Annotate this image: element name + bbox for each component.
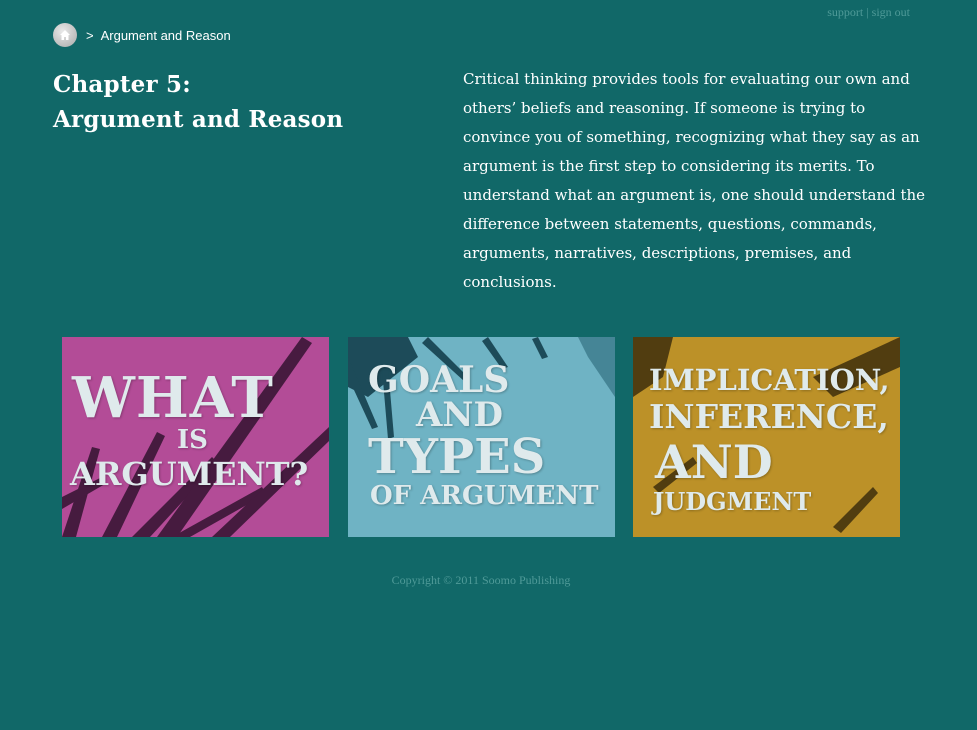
breadcrumb-current: Argument and Reason	[100, 27, 231, 43]
tile-title: IMPLICATION, INFERENCE, AND JUDGMENT	[633, 337, 900, 537]
tile-line: WHAT	[72, 365, 274, 431]
breadcrumb-separator: >	[86, 27, 94, 43]
chapter-intro: Critical thinking provides tools for eva…	[463, 70, 926, 291]
tile-line: TYPES	[368, 429, 546, 485]
tile-implication-inference[interactable]: IMPLICATION, INFERENCE, AND JUDGMENT	[633, 337, 900, 537]
chapter-name: Argument and Reason	[53, 106, 344, 133]
top-links: support | sign out	[827, 5, 910, 20]
support-link[interactable]: support	[827, 5, 863, 19]
copyright-text: Copyright © 2011 Soomo Publishing	[391, 573, 571, 587]
page-title: Chapter 5: Argument and Reason	[53, 67, 343, 137]
tile-line: OF ARGUMENT	[370, 481, 599, 511]
tile-line: INFERENCE,	[649, 397, 889, 436]
tile-title: WHAT IS ARGUMENT?	[62, 337, 329, 537]
sign-out-link[interactable]: sign out	[872, 5, 910, 19]
tile-line: AND	[655, 435, 773, 489]
tile-line: ARGUMENT?	[70, 455, 309, 493]
tile-line: IS	[177, 425, 208, 455]
tile-title: GOALS AND TYPES OF ARGUMENT	[348, 337, 615, 537]
chapter-number: Chapter 5:	[53, 71, 191, 98]
link-separator: |	[866, 5, 869, 19]
breadcrumb: > Argument and Reason	[53, 23, 231, 47]
tile-line: IMPLICATION,	[649, 363, 890, 397]
tile-what-is-argument[interactable]: WHAT IS ARGUMENT?	[62, 337, 329, 537]
tile-goals-and-types[interactable]: GOALS AND TYPES OF ARGUMENT	[348, 337, 615, 537]
tile-line: JUDGMENT	[653, 487, 812, 516]
home-button[interactable]	[53, 23, 77, 47]
home-icon	[60, 30, 70, 40]
